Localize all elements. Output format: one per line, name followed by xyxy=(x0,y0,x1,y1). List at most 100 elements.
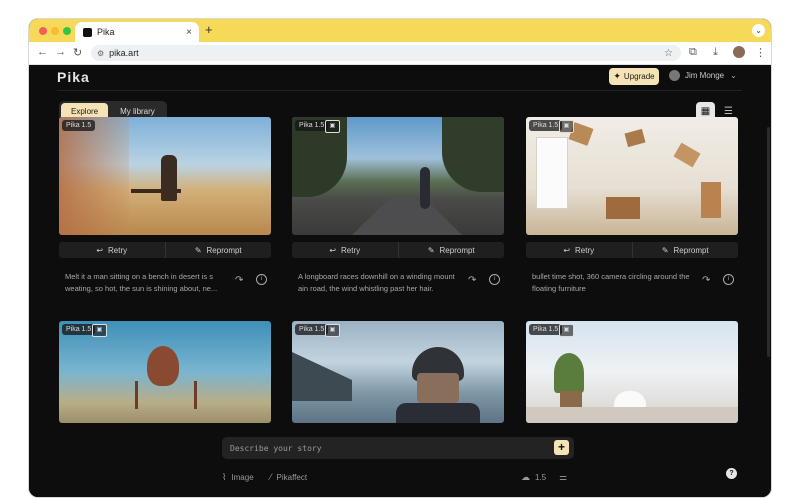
browser-window: Pika × + ⌄ ← → ↻ ⚙ pika.art ☆ ⧉ ⤓ ⋮ Pika… xyxy=(29,19,771,497)
paperclip-icon: ⌇ xyxy=(222,472,227,482)
edit-icon: ✎ xyxy=(427,245,435,255)
address-bar[interactable]: ⚙ pika.art ☆ xyxy=(91,45,681,61)
plant xyxy=(554,353,584,393)
pika-app: Pika ✦ Upgrade Jim Monge ⌄ Explore My li… xyxy=(29,65,771,497)
video-prompt-text: bullet time shot, 360 camera circling ar… xyxy=(532,272,690,293)
floating-box xyxy=(624,128,646,148)
reprompt-label: Reprompt xyxy=(673,245,709,255)
reprompt-label: Reprompt xyxy=(439,245,475,255)
header-divider xyxy=(57,90,742,91)
close-window-button[interactable] xyxy=(39,27,47,35)
share-icon[interactable]: ↷ xyxy=(468,275,476,286)
minimize-window-button[interactable] xyxy=(51,27,59,35)
video-thumbnail[interactable]: Pika 1.5 ▣ xyxy=(59,321,271,423)
info-icon[interactable]: i xyxy=(723,274,734,285)
video-prompt-text: Melt it a man sitting on a bench in dese… xyxy=(65,272,218,293)
back-arrow-icon[interactable]: ← xyxy=(37,46,48,58)
reprompt-button[interactable]: ✎ Reprompt xyxy=(397,242,505,258)
retry-icon: ↩ xyxy=(96,245,104,255)
floating-desk xyxy=(606,197,640,219)
video-thumbnail[interactable]: Pika 1.5 xyxy=(59,117,271,235)
retry-label: Retry xyxy=(575,245,595,255)
upgrade-label: Upgrade xyxy=(623,72,655,81)
model-badge: Pika 1.5 xyxy=(295,120,329,131)
retry-button[interactable]: ↩ Retry xyxy=(292,242,398,258)
info-icon[interactable]: i xyxy=(256,274,267,285)
model-badge: Pika 1.5 xyxy=(62,120,96,131)
cloud-icon: ☁ xyxy=(521,472,530,482)
model-badge: Pika 1.5 xyxy=(295,324,329,335)
chameleon-legs xyxy=(135,381,197,409)
reprompt-label: Reprompt xyxy=(206,245,242,255)
jacket xyxy=(396,403,480,423)
counter-top xyxy=(526,407,738,423)
pikaffect-button[interactable]: ⁄ Pikaffect xyxy=(270,472,307,482)
video-thumbnail[interactable]: Pika 1.5 ▣ xyxy=(526,321,738,423)
bookmark-star-icon[interactable]: ☆ xyxy=(664,48,673,59)
site-settings-icon[interactable]: ⚙ xyxy=(97,49,104,58)
edit-icon: ✎ xyxy=(661,245,669,255)
image-reference-icon: ▣ xyxy=(559,324,574,337)
forward-arrow-icon[interactable]: → xyxy=(55,46,66,58)
mountain xyxy=(292,352,352,401)
share-icon[interactable]: ↷ xyxy=(702,275,710,286)
image-label: Image xyxy=(231,473,254,482)
download-icon[interactable]: ⤓ xyxy=(713,46,718,59)
pika-favicon-icon xyxy=(83,27,92,37)
pikaffect-label: Pikaffect xyxy=(276,472,308,482)
help-button[interactable]: ? xyxy=(726,468,737,479)
image-reference-icon: ▣ xyxy=(559,120,574,133)
reprompt-button[interactable]: ✎ Reprompt xyxy=(631,242,739,258)
skater-figure xyxy=(420,167,430,209)
image-upload-button[interactable]: ⌇ Image xyxy=(222,472,254,483)
sliders-icon: ⚌ xyxy=(559,472,568,482)
pika-logo[interactable]: Pika xyxy=(57,69,90,85)
chevron-down-icon: ⌄ xyxy=(730,71,737,80)
story-prompt-input[interactable] xyxy=(222,437,542,459)
address-url[interactable]: pika.art xyxy=(109,48,664,58)
plant-basket xyxy=(560,391,582,407)
retry-button[interactable]: ↩ Retry xyxy=(526,242,632,258)
man-face xyxy=(417,373,459,403)
video-prompt-text: A longboard races downhill on a winding … xyxy=(298,272,455,293)
browser-tab-active[interactable]: Pika × xyxy=(75,22,199,42)
maximize-window-button[interactable] xyxy=(63,27,71,35)
settings-button[interactable]: ⚌ xyxy=(559,472,572,483)
window-light xyxy=(536,137,568,209)
video-thumbnail[interactable]: Pika 1.5 ▣ xyxy=(292,117,504,235)
new-tab-icon[interactable]: + xyxy=(205,22,213,37)
video-thumbnail[interactable]: Pika 1.5 ▣ xyxy=(292,321,504,423)
image-reference-icon: ▣ xyxy=(325,120,340,133)
user-menu[interactable]: Jim Monge ⌄ xyxy=(669,70,737,81)
browser-profile-avatar[interactable] xyxy=(733,46,745,58)
upgrade-button[interactable]: ✦ Upgrade xyxy=(609,68,659,85)
page-scrollbar[interactable] xyxy=(767,127,770,357)
tab-search-chevron-icon[interactable]: ⌄ xyxy=(752,24,765,37)
retry-icon: ↩ xyxy=(563,245,571,255)
retry-label: Retry xyxy=(341,245,361,255)
video-thumbnail[interactable]: Pika 1.5 ▣ xyxy=(526,117,738,235)
model-badge: Pika 1.5 xyxy=(529,120,563,131)
blurred-figure xyxy=(59,117,129,235)
model-selector[interactable]: ☁ 1.5 xyxy=(521,472,546,483)
retry-label: Retry xyxy=(108,245,128,255)
prompt-bar: + xyxy=(222,437,574,459)
model-version: 1.5 xyxy=(535,473,547,482)
share-icon[interactable]: ↷ xyxy=(235,275,243,286)
browser-toolbar: ← → ↻ ⚙ pika.art ☆ ⧉ ⤓ ⋮ xyxy=(29,42,771,65)
info-icon[interactable]: i xyxy=(489,274,500,285)
image-reference-icon: ▣ xyxy=(92,324,107,337)
more-menu-icon[interactable]: ⋮ xyxy=(755,46,766,59)
floating-box xyxy=(673,142,701,168)
extensions-icon[interactable]: ⧉ xyxy=(689,46,697,59)
close-tab-icon[interactable]: × xyxy=(186,27,192,38)
card-actions: ↩ Retry ✎ Reprompt xyxy=(526,242,738,258)
add-plus-icon[interactable]: + xyxy=(554,440,569,455)
reprompt-button[interactable]: ✎ Reprompt xyxy=(164,242,272,258)
model-badge: Pika 1.5 xyxy=(529,324,563,335)
retry-button[interactable]: ↩ Retry xyxy=(59,242,165,258)
reload-icon[interactable]: ↻ xyxy=(73,46,82,59)
user-name: Jim Monge xyxy=(685,71,725,80)
browser-tab-bar: Pika × + ⌄ xyxy=(29,19,771,42)
card-actions: ↩ Retry ✎ Reprompt xyxy=(292,242,504,258)
